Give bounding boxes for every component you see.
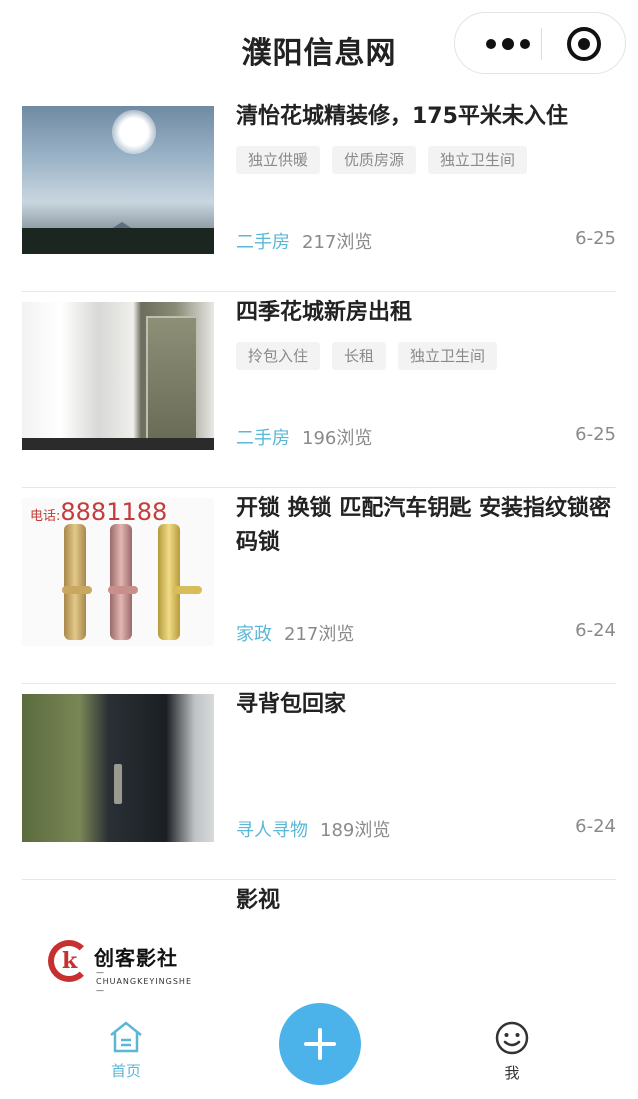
post-thumbnail: 电话:8881188 xyxy=(22,498,214,646)
lock-handle-brass xyxy=(172,586,202,594)
add-post-button[interactable] xyxy=(279,1003,361,1085)
more-dots-icon[interactable] xyxy=(477,13,539,75)
lock-handle-gold xyxy=(62,586,92,594)
post-tag: 独立卫生间 xyxy=(428,146,528,174)
logo-mark: k xyxy=(62,948,78,974)
post-tag: 长租 xyxy=(332,342,387,370)
lock-handle-rose xyxy=(108,586,138,594)
post-views: 217浏览 xyxy=(302,232,373,253)
post-meta: 家政 217浏览 xyxy=(236,620,354,646)
post-tag: 拎包入住 xyxy=(236,342,321,370)
post-date: 6-25 xyxy=(575,424,616,445)
post-thumbnail xyxy=(22,694,214,842)
post-views: 217浏览 xyxy=(284,624,355,645)
logo-subtext: —CHUANGKEYINGSHE— xyxy=(96,968,192,995)
sun-shape xyxy=(112,110,156,154)
list-item[interactable]: 电话:8881188 开锁 换锁 匹配汽车钥匙 安装指纹锁密码锁 家政 217浏览… xyxy=(0,488,638,684)
lock-bar-brass xyxy=(158,524,180,640)
logo-wordmark: 创客影社 xyxy=(94,946,178,970)
tab-home-label: 首页 xyxy=(110,1062,141,1080)
home-icon xyxy=(110,1021,142,1053)
list-item[interactable]: 清怡花城精装修，175平米未入住 独立供暖 优质房源 独立卫生间 二手房 217浏… xyxy=(0,96,638,292)
post-tag: 独立卫生间 xyxy=(398,342,498,370)
post-meta: 二手房 196浏览 xyxy=(236,424,372,450)
post-meta: 寻人寻物 189浏览 xyxy=(236,816,390,842)
post-date: 6-24 xyxy=(575,620,616,641)
smiley-icon xyxy=(495,1021,529,1055)
post-thumbnail xyxy=(22,106,214,254)
post-tag: 优质房源 xyxy=(332,146,417,174)
thumb-phone-label: 电话: xyxy=(30,509,61,524)
zipper-shape xyxy=(114,764,122,804)
post-title: 四季花城新房出租 xyxy=(236,300,413,325)
post-meta: 二手房 217浏览 xyxy=(236,228,372,254)
mini-program-capsule xyxy=(454,12,626,74)
lock-bar-rose xyxy=(110,524,132,640)
treeline-shape xyxy=(22,228,214,254)
post-views: 196浏览 xyxy=(302,428,373,449)
post-title: 清怡花城精装修，175平米未入住 xyxy=(236,104,568,129)
post-category: 二手房 xyxy=(236,428,290,449)
post-category: 寻人寻物 xyxy=(236,820,308,841)
thumb-phone: 电话:8881188 xyxy=(30,498,167,526)
header-bar: 濮阳信息网 xyxy=(0,0,638,96)
brand-logo: k 创客影社 —CHUANGKEYINGSHE— xyxy=(48,940,191,995)
capsule-divider xyxy=(541,28,542,60)
tab-home[interactable]: 首页 xyxy=(86,1020,166,1081)
list-item[interactable]: 寻背包回家 寻人寻物 189浏览 6-24 xyxy=(0,684,638,880)
post-title: 影视 xyxy=(236,888,281,913)
post-tags: 独立供暖 优质房源 独立卫生间 xyxy=(236,146,528,174)
target-circle-icon[interactable] xyxy=(567,27,601,61)
door-panel-shape xyxy=(146,316,198,440)
floor-shape xyxy=(22,438,214,450)
post-tags: 拎包入住 长租 独立卫生间 xyxy=(236,342,498,370)
post-thumbnail xyxy=(22,302,214,450)
tab-me-label: 我 xyxy=(504,1064,520,1082)
tab-me[interactable]: 我 xyxy=(472,1020,552,1083)
list-item[interactable]: 四季花城新房出租 拎包入住 长租 独立卫生间 二手房 196浏览 6-25 xyxy=(0,292,638,488)
post-views: 189浏览 xyxy=(320,820,391,841)
post-title: 开锁 换锁 匹配汽车钥匙 安装指纹锁密码锁 xyxy=(236,496,611,555)
post-category: 二手房 xyxy=(236,232,290,253)
post-title: 寻背包回家 xyxy=(236,692,347,717)
lock-bar-gold xyxy=(64,524,86,640)
post-list: 清怡花城精装修，175平米未入住 独立供暖 优质房源 独立卫生间 二手房 217浏… xyxy=(0,96,638,1076)
post-date: 6-24 xyxy=(575,816,616,837)
post-tag: 独立供暖 xyxy=(236,146,321,174)
post-date: 6-25 xyxy=(575,228,616,249)
thumb-phone-number: 8881188 xyxy=(60,498,168,526)
post-category: 家政 xyxy=(236,624,272,645)
